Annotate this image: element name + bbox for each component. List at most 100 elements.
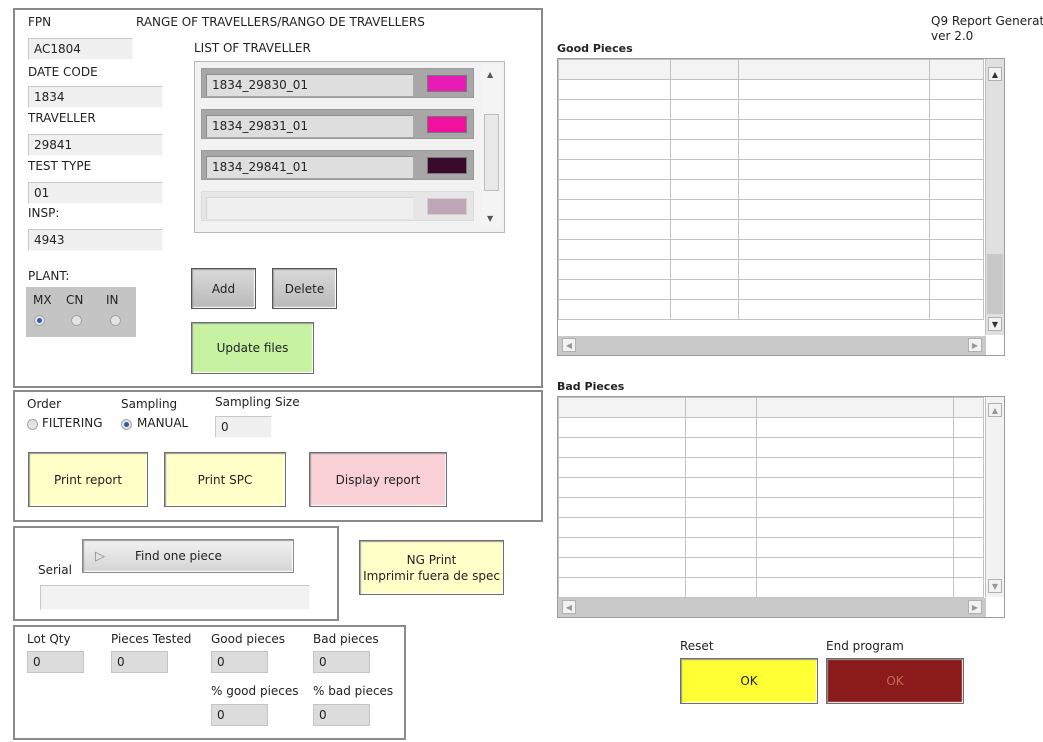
insp-label: INSP: bbox=[28, 206, 60, 220]
add-button[interactable]: Add bbox=[191, 268, 256, 309]
traveller-panel: FPN RANGE OF TRAVELLERS/RANGO DE TRAVELL… bbox=[13, 8, 543, 388]
play-icon: ▷ bbox=[95, 548, 105, 564]
ng-print-label: NG Print bbox=[406, 552, 457, 567]
sampling-size-label: Sampling Size bbox=[215, 395, 300, 409]
fpn-field[interactable]: AC1804 bbox=[28, 38, 133, 60]
date-code-field[interactable]: 1834 bbox=[28, 86, 163, 108]
plant-label: PLANT: bbox=[28, 269, 70, 283]
print-spc-button[interactable]: Print SPC bbox=[164, 452, 286, 507]
options-panel: Order Sampling Sampling Size FILTERING M… bbox=[13, 390, 543, 522]
range-title: RANGE OF TRAVELLERS/RANGO DE TRAVELLERS bbox=[136, 15, 425, 29]
ng-print-sublabel: Imprimir fuera de spec bbox=[363, 568, 500, 583]
list-item-text: 1834_29830_01 bbox=[206, 74, 413, 96]
fpn-label: FPN bbox=[28, 15, 52, 29]
lot-qty-field: 0 bbox=[27, 651, 84, 673]
serial-label: Serial bbox=[38, 563, 72, 577]
test-type-field[interactable]: 01 bbox=[28, 182, 163, 204]
traveller-list[interactable]: 1834_29830_01 1834_29831_01 1834_29841_0… bbox=[194, 61, 505, 233]
bad-vscroll[interactable]: ▲ ▼ bbox=[985, 397, 1004, 597]
list-item-color bbox=[427, 75, 467, 92]
scroll-down-icon[interactable]: ▼ bbox=[988, 579, 1002, 593]
sampling-size-field[interactable]: 0 bbox=[215, 416, 272, 438]
ng-print-button[interactable]: NG Print Imprimir fuera de spec bbox=[359, 540, 504, 595]
plant-in-radio[interactable] bbox=[110, 315, 121, 326]
manual-label: MANUAL bbox=[137, 416, 189, 430]
order-label: Order bbox=[27, 397, 62, 411]
scroll-right-icon[interactable]: ▶ bbox=[968, 600, 982, 614]
reset-label: Reset bbox=[680, 639, 714, 653]
pieces-tested-field: 0 bbox=[111, 651, 168, 673]
reset-button[interactable]: OK bbox=[680, 658, 818, 704]
pct-good-field: 0 bbox=[211, 704, 268, 726]
lot-qty-label: Lot Qty bbox=[27, 632, 71, 646]
display-report-button[interactable]: Display report bbox=[309, 452, 447, 507]
pct-bad-label: % bad pieces bbox=[313, 684, 394, 698]
plant-cn-radio[interactable] bbox=[71, 315, 82, 326]
list-item-color bbox=[427, 198, 467, 215]
plant-mx-label: MX bbox=[33, 293, 52, 307]
end-program-label: End program bbox=[826, 639, 904, 653]
manual-radio[interactable] bbox=[121, 419, 132, 430]
list-item-color bbox=[427, 157, 467, 174]
list-scrollbar[interactable]: ▲ ▼ bbox=[481, 64, 501, 228]
scroll-up-icon[interactable]: ▲ bbox=[988, 67, 1002, 81]
plant-cn-label: CN bbox=[66, 293, 84, 307]
list-item[interactable] bbox=[201, 191, 474, 221]
list-item-text: 1834_29831_01 bbox=[206, 115, 413, 137]
stats-panel: Lot Qty 0 Pieces Tested 0 Good pieces 0 … bbox=[13, 625, 406, 740]
list-item-text: 1834_29841_01 bbox=[206, 156, 413, 178]
list-item[interactable]: 1834_29841_01 bbox=[201, 150, 474, 180]
end-program-button[interactable]: OK bbox=[826, 658, 964, 704]
bad-hscroll[interactable]: ◀ ▶ bbox=[558, 598, 986, 617]
scroll-left-icon[interactable]: ◀ bbox=[562, 600, 576, 614]
good-vscroll[interactable]: ▲ ▼ bbox=[985, 59, 1004, 335]
traveller-label: TRAVELLER bbox=[28, 111, 96, 125]
bad-pieces-title: Bad Pieces bbox=[557, 380, 625, 393]
update-files-button[interactable]: Update files bbox=[191, 322, 314, 374]
pct-bad-field: 0 bbox=[313, 704, 370, 726]
list-item-text bbox=[206, 197, 413, 219]
bad-pieces-label: Bad pieces bbox=[313, 632, 379, 646]
app-version: ver 2.0 bbox=[931, 29, 974, 43]
plant-mx-radio[interactable] bbox=[34, 315, 45, 326]
scroll-thumb[interactable] bbox=[987, 254, 1003, 314]
scroll-up-icon[interactable]: ▲ bbox=[487, 70, 493, 79]
good-pieces-table[interactable]: ▲ ▼ ◀ ▶ bbox=[557, 58, 1005, 356]
filtering-label: FILTERING bbox=[42, 416, 103, 430]
good-pieces-grid bbox=[558, 59, 984, 320]
find-one-piece-button[interactable]: ▷ Find one piece bbox=[82, 539, 294, 573]
scroll-down-icon[interactable]: ▼ bbox=[988, 317, 1002, 331]
scroll-up-icon[interactable]: ▲ bbox=[988, 403, 1002, 417]
scroll-right-icon[interactable]: ▶ bbox=[968, 338, 982, 352]
scroll-thumb[interactable] bbox=[484, 114, 499, 191]
good-hscroll[interactable]: ◀ ▶ bbox=[558, 336, 986, 355]
list-item[interactable]: 1834_29831_01 bbox=[201, 109, 474, 139]
good-pieces-label: Good pieces bbox=[211, 632, 285, 646]
delete-button[interactable]: Delete bbox=[272, 268, 337, 309]
good-pieces-field: 0 bbox=[211, 651, 268, 673]
pieces-tested-label: Pieces Tested bbox=[111, 632, 192, 646]
plant-radio-group: MX CN IN bbox=[26, 287, 136, 337]
bad-pieces-grid bbox=[558, 397, 984, 598]
filtering-radio[interactable] bbox=[27, 419, 38, 430]
sampling-label: Sampling bbox=[121, 397, 178, 411]
list-item-color bbox=[427, 116, 467, 133]
pct-good-label: % good pieces bbox=[211, 684, 299, 698]
app-title: Q9 Report Generator bbox=[931, 14, 1043, 28]
scroll-down-icon[interactable]: ▼ bbox=[487, 214, 493, 223]
plant-in-label: IN bbox=[106, 293, 119, 307]
list-item[interactable]: 1834_29830_01 bbox=[201, 68, 474, 98]
scroll-left-icon[interactable]: ◀ bbox=[562, 338, 576, 352]
serial-field[interactable] bbox=[40, 585, 310, 610]
find-one-piece-label: Find one piece bbox=[135, 549, 222, 563]
date-code-label: DATE CODE bbox=[28, 65, 98, 79]
test-type-label: TEST TYPE bbox=[28, 159, 92, 173]
list-label: LIST OF TRAVELLER bbox=[194, 41, 311, 55]
bad-pieces-field: 0 bbox=[313, 651, 370, 673]
print-report-button[interactable]: Print report bbox=[28, 452, 148, 507]
serial-panel: ▷ Find one piece Serial bbox=[13, 526, 339, 621]
insp-field[interactable]: 4943 bbox=[28, 229, 163, 251]
traveller-field[interactable]: 29841 bbox=[28, 134, 163, 156]
bad-pieces-table[interactable]: ▲ ▼ ◀ ▶ bbox=[557, 396, 1005, 618]
good-pieces-title: Good Pieces bbox=[557, 42, 633, 55]
